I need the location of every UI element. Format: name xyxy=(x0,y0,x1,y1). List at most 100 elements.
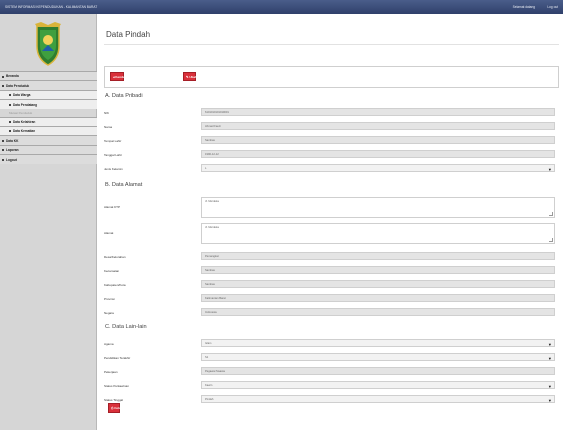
section-title-lain-lain: C. Data Lain-lain xyxy=(105,324,147,330)
nama-field[interactable]: Ahmad Fauzi xyxy=(201,122,555,131)
alamat-label: Alamat xyxy=(104,231,114,235)
bullet-icon xyxy=(9,121,11,124)
action-panel: ◂ Kembali ✎ Ubah xyxy=(104,66,559,88)
dropdown-caret-icon: ▾ xyxy=(548,341,551,347)
kecamatan-row: Kecamatan Sambas xyxy=(104,266,559,276)
back-button[interactable]: ◂ Kembali xyxy=(110,72,127,81)
print-button[interactable]: ⎙ Cetak xyxy=(108,403,123,413)
kabupaten-row: Kabupaten/Kota Sambas xyxy=(104,280,559,290)
edit-button[interactable]: ✎ Ubah xyxy=(183,72,197,81)
status-perkawinan-select[interactable]: Kawin ▾ xyxy=(201,381,555,390)
page-title: Data Pindah xyxy=(106,30,151,39)
bullet-icon xyxy=(2,149,4,152)
agama-select[interactable]: Islam ▾ xyxy=(201,339,555,348)
dropdown-caret-icon: ▾ xyxy=(548,166,551,172)
nik-field[interactable]: 6101010101010001 xyxy=(201,108,555,117)
title-divider xyxy=(104,44,559,45)
nik-label: NIK xyxy=(104,110,110,115)
sidebar-item-laporan[interactable]: Laporan xyxy=(0,144,97,155)
bullet-icon xyxy=(2,84,4,87)
resize-grip-icon[interactable] xyxy=(549,212,553,216)
bullet-icon xyxy=(2,158,4,161)
status-tinggal-value: Pindah xyxy=(205,398,214,402)
edit-button-label: Ubah xyxy=(189,75,197,80)
sidebar-item-data-penduduk[interactable]: Data Penduduk xyxy=(0,80,97,90)
kabupaten-field[interactable]: Sambas xyxy=(201,280,555,289)
regional-emblem-logo xyxy=(35,22,61,66)
desa-label: Desa/Kelurahan xyxy=(104,254,126,259)
bullet-icon xyxy=(9,103,11,106)
jenis-kelamin-select[interactable]: L ▾ xyxy=(201,164,555,173)
pendidikan-value: S1 xyxy=(205,356,209,360)
kecamatan-label: Kecamatan xyxy=(104,268,120,273)
tempat-lahir-row: Tempat Lahir Sambas xyxy=(104,136,559,146)
status-tinggal-row: Status Tinggal Pindah ▾ xyxy=(104,395,559,405)
status-tinggal-select[interactable]: Pindah ▾ xyxy=(201,395,555,404)
app-title: SISTEM INFORMASI KEPENDUDUKAN - KALIMANT… xyxy=(5,5,98,9)
alamat-ktp-row: Alamat KTP Jl. Merdeka xyxy=(104,197,559,219)
section-title-alamat: B. Data Alamat xyxy=(105,182,143,188)
user-link[interactable]: Selamat datang xyxy=(513,5,535,9)
negara-field[interactable]: Indonesia xyxy=(201,308,555,317)
negara-row: Negara Indonesia xyxy=(104,308,559,318)
nik-row: NIK 6101010101010001 xyxy=(104,108,559,118)
kecamatan-field[interactable]: Sambas xyxy=(201,266,555,275)
sidebar-group-label: Mutasi Penduduk xyxy=(9,110,33,115)
tempat-lahir-field[interactable]: Sambas xyxy=(201,136,555,145)
bullet-icon xyxy=(9,130,11,133)
sidebar-item-data-kelahiran[interactable]: Data Kelahiran xyxy=(0,116,97,126)
status-perkawinan-label: Status Perkawinan xyxy=(104,383,130,388)
print-button-label: Cetak xyxy=(114,406,123,411)
dropdown-caret-icon: ▾ xyxy=(548,383,551,389)
alamat-row: Alamat Jl. Merdeka xyxy=(104,223,559,245)
pendidikan-label: Pendidikan Terakhir xyxy=(104,355,131,360)
sidebar-item-data-kematian[interactable]: Data Kematian xyxy=(0,125,97,136)
sidebar-item-label: Data KK xyxy=(6,138,19,143)
sidebar-item-data-warga[interactable]: Data Warga xyxy=(0,89,97,100)
sidebar: Beranda Data Penduduk Data Warga Data Pe… xyxy=(0,14,97,430)
nama-label: Nama xyxy=(104,124,113,129)
sidebar-menu: Beranda Data Penduduk Data Warga Data Pe… xyxy=(0,71,97,164)
sidebar-item-label: Data Kematian xyxy=(13,129,36,134)
tanggal-lahir-field[interactable]: 1990-12-12 xyxy=(201,150,555,159)
alamat-textarea[interactable]: Jl. Merdeka xyxy=(201,223,555,244)
alamat-ktp-label: Alamat KTP xyxy=(104,205,121,209)
bullet-icon xyxy=(2,139,4,142)
sidebar-item-label: Logout xyxy=(6,157,17,162)
dropdown-caret-icon: ▾ xyxy=(548,397,551,403)
alamat-ktp-textarea[interactable]: Jl. Merdeka xyxy=(201,197,555,218)
sidebar-item-label: Data Pendatang xyxy=(13,102,38,107)
logout-link[interactable]: Log out xyxy=(547,5,558,9)
sidebar-item-label: Beranda xyxy=(6,74,19,79)
agama-label: Agama xyxy=(104,341,114,346)
bullet-icon xyxy=(9,94,11,97)
agama-row: Agama Islam ▾ xyxy=(104,339,559,349)
dropdown-caret-icon: ▾ xyxy=(548,355,551,361)
sidebar-item-logout[interactable]: Logout xyxy=(0,154,97,164)
negara-label: Negara xyxy=(104,310,114,315)
nama-row: Nama Ahmad Fauzi xyxy=(104,122,559,132)
sidebar-item-data-pendatang[interactable]: Data Pendatang xyxy=(0,99,97,109)
section-title-pribadi: A. Data Pribadi xyxy=(105,93,143,99)
jenis-kelamin-label: Jenis Kelamin xyxy=(104,166,123,171)
provinsi-field[interactable]: Kalimantan Barat xyxy=(201,294,555,303)
provinsi-label: Provinsi xyxy=(104,296,115,301)
pekerjaan-field[interactable]: Pegawai Swasta xyxy=(201,367,555,376)
provinsi-row: Provinsi Kalimantan Barat xyxy=(104,294,559,304)
tanggal-lahir-label: Tanggal Lahir xyxy=(104,152,123,157)
status-perkawinan-value: Kawin xyxy=(205,384,213,388)
desa-field[interactable]: Pemangkat xyxy=(201,252,555,261)
pendidikan-select[interactable]: S1 ▾ xyxy=(201,353,555,362)
kabupaten-label: Kabupaten/Kota xyxy=(104,282,126,287)
tanggal-lahir-row: Tanggal Lahir 1990-12-12 xyxy=(104,150,559,160)
sidebar-item-label: Data Kelahiran xyxy=(13,119,36,124)
sidebar-item-data-kk[interactable]: Data KK xyxy=(0,135,97,145)
top-bar: SISTEM INFORMASI KEPENDUDUKAN - KALIMANT… xyxy=(0,0,563,14)
bullet-icon xyxy=(2,75,4,78)
pekerjaan-row: Pekerjaan Pegawai Swasta xyxy=(104,367,559,377)
status-perkawinan-row: Status Perkawinan Kawin ▾ xyxy=(104,381,559,391)
alamat-ktp-value: Jl. Merdeka xyxy=(205,200,219,204)
sidebar-item-beranda[interactable]: Beranda xyxy=(0,71,97,81)
resize-grip-icon[interactable] xyxy=(549,238,553,242)
agama-value: Islam xyxy=(205,342,212,346)
